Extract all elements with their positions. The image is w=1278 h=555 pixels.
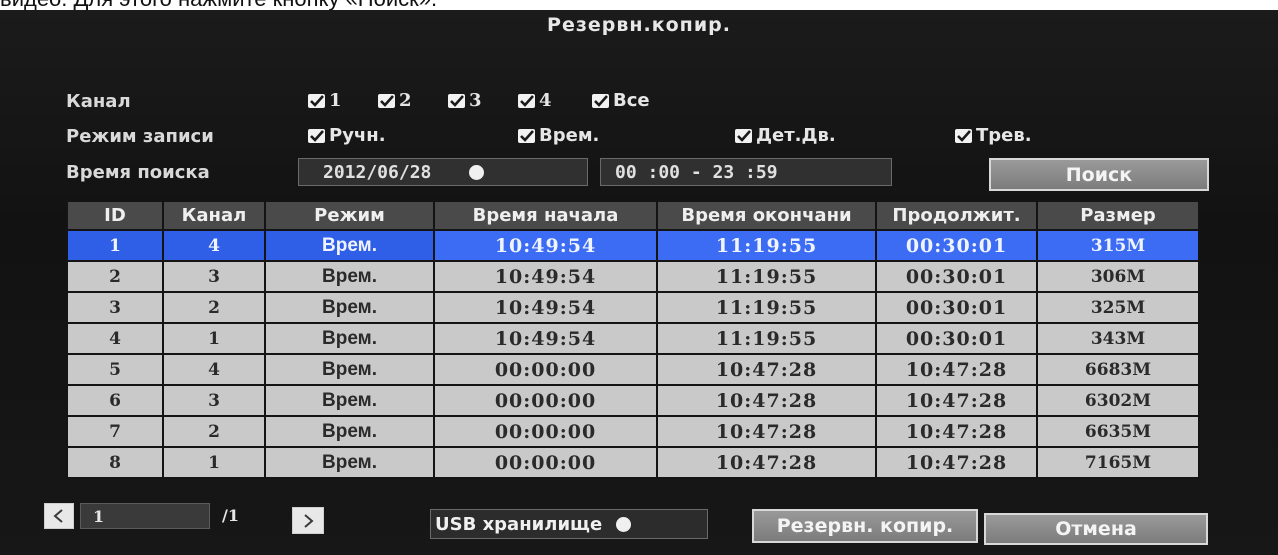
check-icon [518, 93, 535, 108]
table-header-row: ID Канал Режим Время начала Время оконча… [66, 200, 1200, 231]
date-field[interactable]: 2012/06/28 [298, 158, 588, 186]
channel-3-checkbox[interactable]: 3 [448, 90, 482, 111]
search-button[interactable]: Поиск [989, 158, 1209, 191]
backup-window: Резервн.копир. Канал 1 2 3 4 Все Режим з… [0, 10, 1278, 555]
check-icon [592, 93, 609, 108]
check-icon [955, 128, 972, 143]
prev-page-button[interactable] [44, 503, 74, 529]
channel-label: Канал [66, 91, 131, 112]
col-id-header[interactable]: ID [66, 200, 164, 231]
col-duration-header[interactable]: Продолжит. [875, 200, 1038, 231]
chevron-left-icon [53, 509, 63, 523]
usb-storage-select[interactable]: USB хранилище [430, 509, 708, 539]
table-row[interactable]: 8 1 Врем. 00:00:00 10:47:28 10:47:28 716… [66, 446, 1200, 479]
check-icon [448, 93, 465, 108]
col-end-header[interactable]: Время окончани [656, 200, 877, 231]
chevron-right-icon [304, 513, 314, 528]
calendar-toggle-icon[interactable] [469, 164, 485, 180]
check-icon [735, 128, 752, 143]
cancel-button[interactable]: Отмена [984, 513, 1208, 545]
mode-schedule-checkbox[interactable]: Врем. [518, 125, 599, 146]
table-row[interactable]: 2 3 Врем. 10:49:54 11:19:55 00:30:01 306… [66, 260, 1200, 293]
mode-alarm-checkbox[interactable]: Трев. [955, 125, 1032, 146]
check-icon [308, 93, 325, 108]
col-channel-header[interactable]: Канал [162, 200, 266, 231]
mode-manual-checkbox[interactable]: Ручн. [308, 125, 386, 146]
channel-1-checkbox[interactable]: 1 [308, 90, 342, 111]
search-time-label: Время поиска [66, 162, 210, 183]
table-row-selected[interactable]: 1 4 Врем. 10:49:54 11:19:55 00:30:01 315… [66, 229, 1200, 262]
col-size-header[interactable]: Размер [1036, 200, 1200, 231]
next-page-button[interactable] [292, 507, 324, 534]
col-mode-header[interactable]: Режим [264, 200, 435, 231]
results-table: ID Канал Режим Время начала Время оконча… [66, 200, 1200, 479]
record-mode-label: Режим записи [66, 126, 214, 147]
mode-motion-checkbox[interactable]: Дет.Дв. [735, 125, 836, 146]
table-row[interactable]: 7 2 Врем. 00:00:00 10:47:28 10:47:28 663… [66, 415, 1200, 448]
time-range-field[interactable]: 00 :00 - 23 :59 [600, 158, 892, 186]
table-row[interactable]: 3 2 Врем. 10:49:54 11:19:55 00:30:01 325… [66, 291, 1200, 324]
backup-button[interactable]: Резервн. копир. [752, 509, 978, 543]
channel-4-checkbox[interactable]: 4 [518, 90, 552, 111]
table-row[interactable]: 5 4 Врем. 00:00:00 10:47:28 10:47:28 668… [66, 353, 1200, 386]
check-icon [378, 93, 395, 108]
channel-2-checkbox[interactable]: 2 [378, 90, 412, 111]
page-number-input[interactable]: 1 [80, 503, 210, 529]
dropdown-toggle-icon [616, 516, 632, 532]
page-total: /1 [222, 506, 239, 525]
channel-all-checkbox[interactable]: Все [592, 90, 650, 111]
table-row[interactable]: 6 3 Врем. 00:00:00 10:47:28 10:47:28 630… [66, 384, 1200, 417]
window-title: Резервн.копир. [547, 14, 731, 36]
check-icon [518, 128, 535, 143]
table-row[interactable]: 4 1 Врем. 10:49:54 11:19:55 00:30:01 343… [66, 322, 1200, 355]
col-start-header[interactable]: Время начала [433, 200, 658, 231]
check-icon [308, 128, 325, 143]
